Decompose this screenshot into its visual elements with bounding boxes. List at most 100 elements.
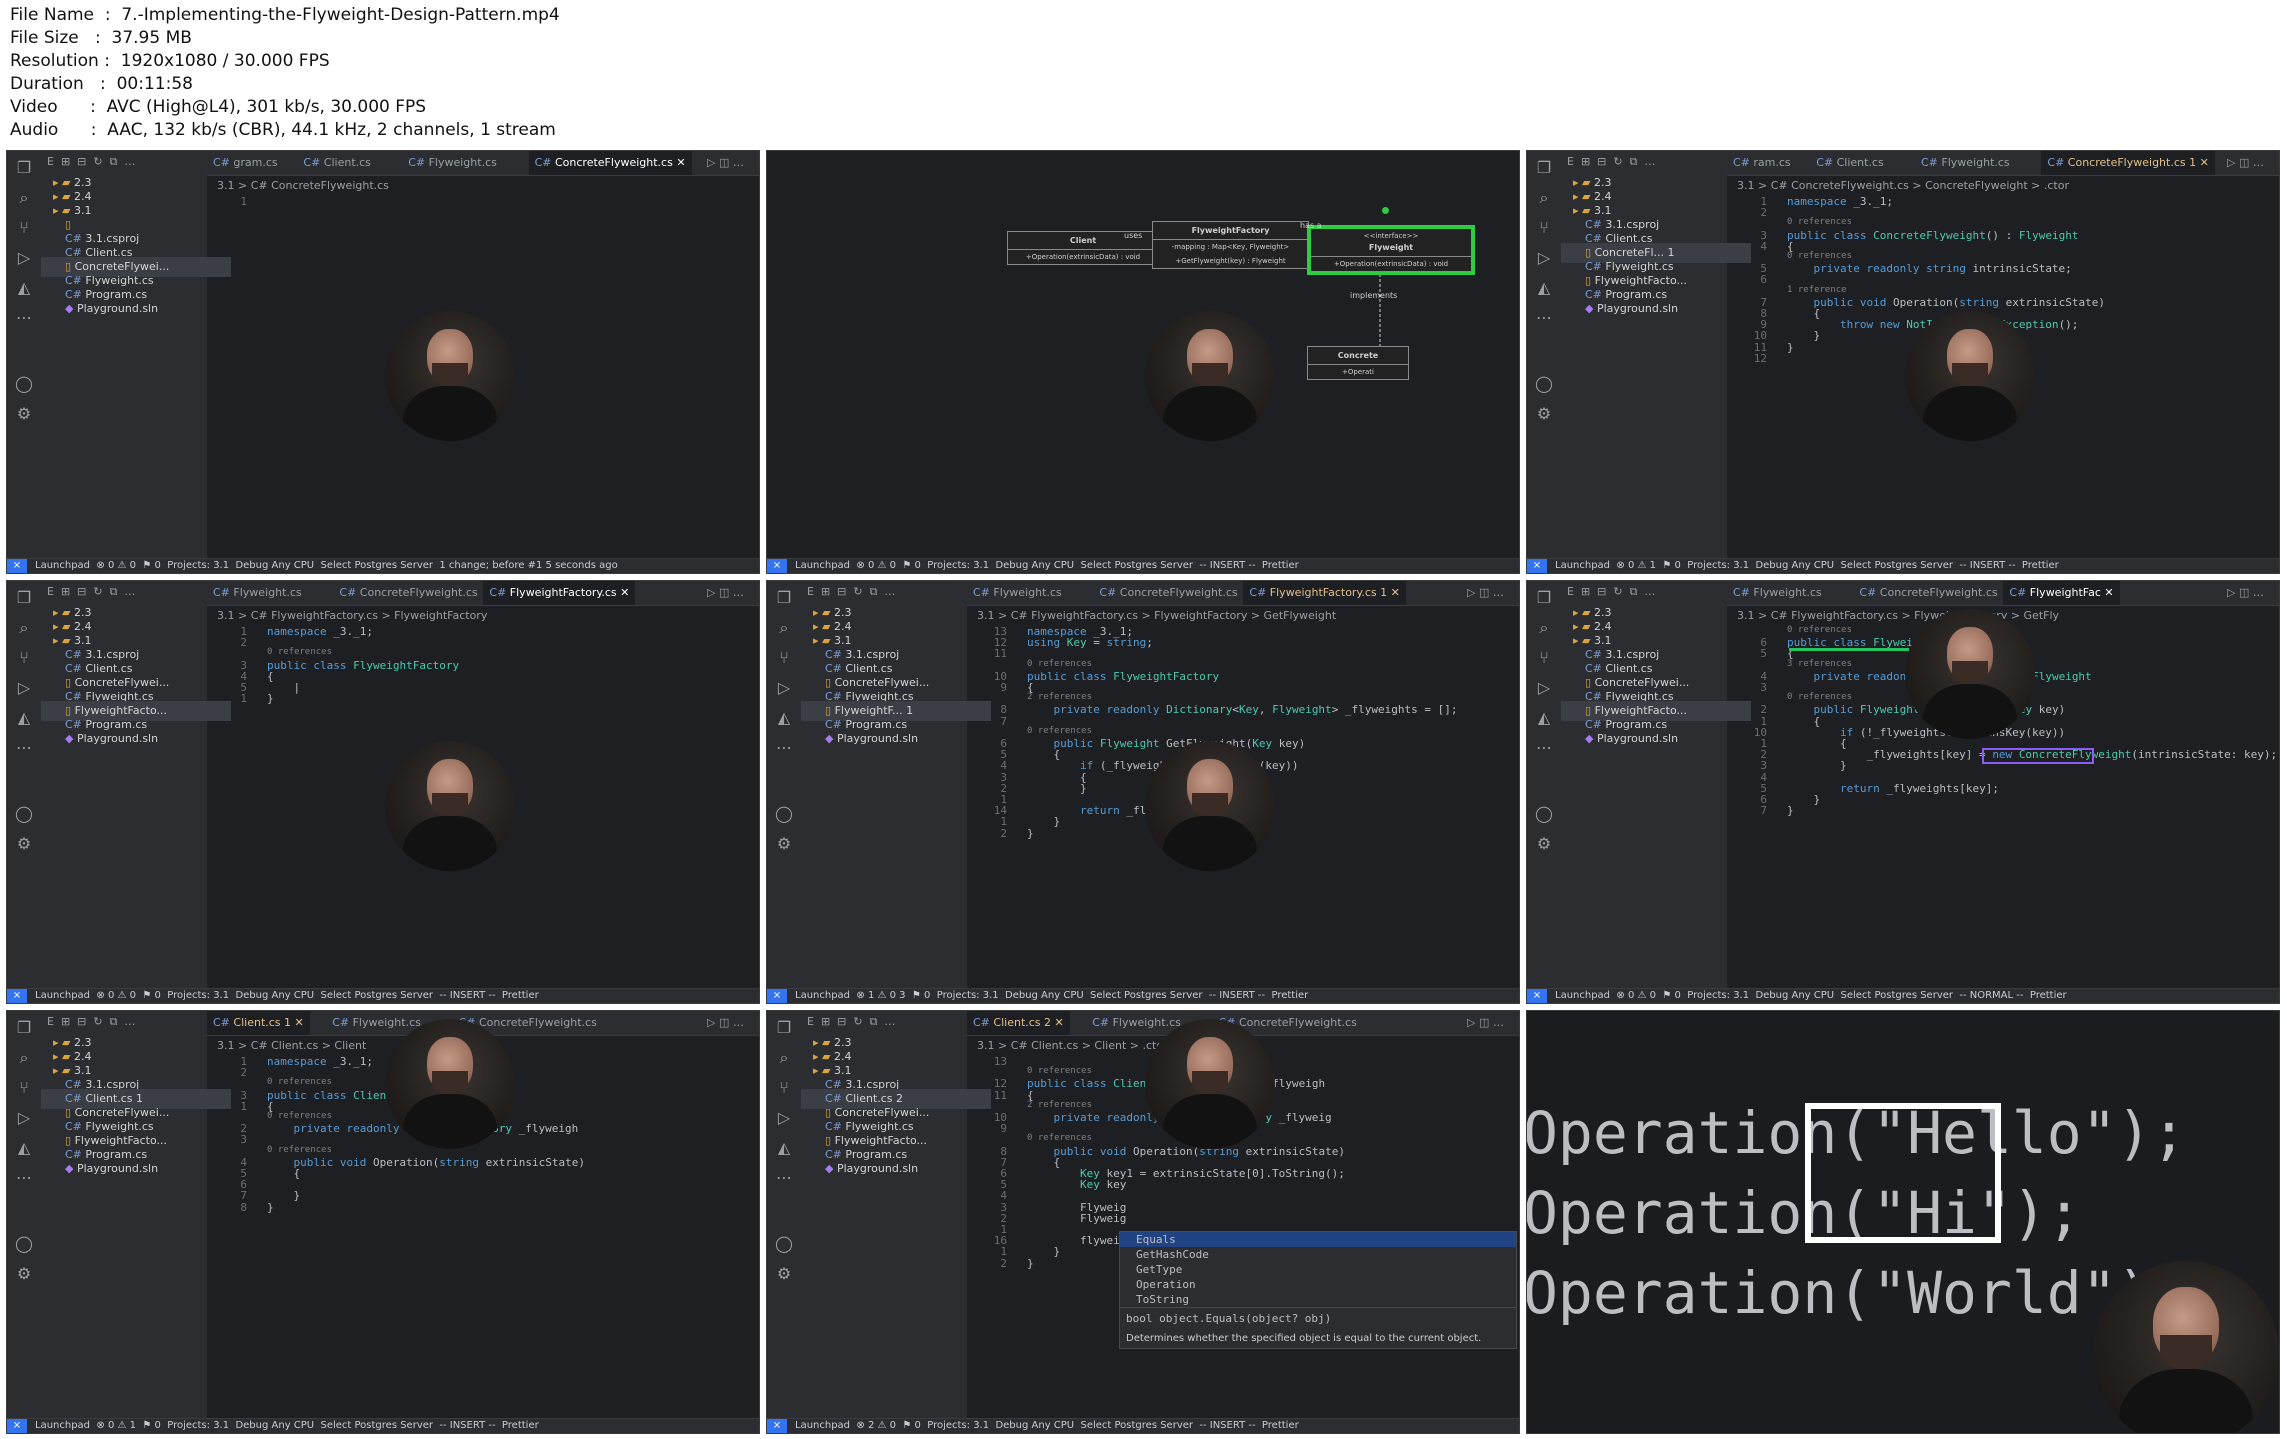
remote-indicator[interactable]: ⨯	[1527, 559, 1547, 573]
editor-tab[interactable]: C# Flyweight.cs	[207, 581, 308, 605]
settings-gear-icon[interactable]: ⚙	[1535, 405, 1553, 423]
explorer-icon[interactable]: ❐	[775, 589, 793, 607]
more-icon[interactable]: ⋯	[775, 1169, 793, 1187]
source-control-icon[interactable]: ⑂	[775, 1079, 793, 1097]
azure-icon[interactable]: ◭	[1535, 279, 1553, 297]
close-tab-icon[interactable]: ✕	[673, 156, 685, 169]
more-icon[interactable]: ⋯	[15, 1169, 33, 1187]
close-tab-icon[interactable]: ✕	[1387, 586, 1400, 599]
explorer-icon[interactable]: ❐	[15, 1019, 33, 1037]
azure-icon[interactable]: ◭	[775, 709, 793, 727]
explorer-toolbar[interactable]: E ⊞ ⊟ ↻ ⧉ …	[807, 1015, 895, 1029]
remote-indicator[interactable]: ⨯	[767, 1419, 787, 1433]
editor-tab[interactable]: C# ConcreteFlyweight.cs 1 ✕	[2041, 151, 2215, 175]
remote-indicator[interactable]: ⨯	[7, 1419, 27, 1433]
explorer-icon[interactable]: ❐	[775, 1019, 793, 1037]
file-tree-item[interactable]: ◆ Playground.sln	[801, 1159, 991, 1179]
explorer-icon[interactable]: ❐	[1535, 159, 1553, 177]
settings-gear-icon[interactable]: ⚙	[15, 835, 33, 853]
editor-tab[interactable]: C# FlyweightFactory.cs ✕	[483, 581, 636, 605]
source-control-icon[interactable]: ⑂	[1535, 649, 1553, 667]
search-icon[interactable]: ⌕	[775, 619, 793, 637]
more-icon[interactable]: ⋯	[1535, 309, 1553, 327]
run-debug-icon[interactable]: ▷	[15, 1109, 33, 1127]
search-icon[interactable]: ⌕	[15, 189, 33, 207]
editor-tab[interactable]: C# ConcreteFlyweight.cs	[1853, 581, 2003, 605]
settings-gear-icon[interactable]: ⚙	[15, 1265, 33, 1283]
explorer-toolbar[interactable]: E ⊞ ⊟ ↻ ⧉ …	[47, 1015, 135, 1029]
explorer-icon[interactable]: ❐	[15, 589, 33, 607]
close-tab-icon[interactable]: ✕	[2101, 586, 2113, 599]
account-icon[interactable]: ◯	[1535, 375, 1553, 393]
close-tab-icon[interactable]: ✕	[291, 1016, 304, 1029]
autocomplete-item[interactable]: Operation	[1120, 1277, 1516, 1292]
editor-tab[interactable]: C# Client.cs	[1810, 151, 1890, 175]
more-icon[interactable]: ⋯	[15, 309, 33, 327]
close-tab-icon[interactable]: ✕	[1051, 1016, 1064, 1029]
editor-tab[interactable]: C# Client.cs 2 ✕	[967, 1011, 1070, 1035]
search-icon[interactable]: ⌕	[1535, 189, 1553, 207]
source-control-icon[interactable]: ⑂	[15, 649, 33, 667]
editor-tab[interactable]: C# ConcreteFlyweight.cs	[333, 581, 483, 605]
run-debug-icon[interactable]: ▷	[15, 249, 33, 267]
settings-gear-icon[interactable]: ⚙	[1535, 835, 1553, 853]
explorer-toolbar[interactable]: E ⊞ ⊟ ↻ ⧉ …	[47, 585, 135, 599]
search-icon[interactable]: ⌕	[15, 619, 33, 637]
autocomplete-item[interactable]: Equals	[1120, 1232, 1516, 1247]
run-debug-icon[interactable]: ▷	[775, 1109, 793, 1127]
run-icon[interactable]: ▷ ◫ …	[2221, 151, 2270, 175]
search-icon[interactable]: ⌕	[1535, 619, 1553, 637]
remote-indicator[interactable]: ⨯	[7, 559, 27, 573]
editor-tab[interactable]: C# ram.cs	[1727, 151, 1797, 175]
editor-tab[interactable]: C# Flyweight.cs	[967, 581, 1068, 605]
editor-tab[interactable]: C# gram.cs	[207, 151, 284, 175]
file-tree-item[interactable]: ◆ Playground.sln	[41, 1159, 231, 1179]
explorer-icon[interactable]: ❐	[1535, 589, 1553, 607]
more-icon[interactable]: ⋯	[15, 739, 33, 757]
remote-indicator[interactable]: ⨯	[767, 559, 787, 573]
more-icon[interactable]: ⋯	[775, 739, 793, 757]
azure-icon[interactable]: ◭	[1535, 709, 1553, 727]
account-icon[interactable]: ◯	[15, 375, 33, 393]
editor-tab[interactable]: C# Flyweight.cs	[402, 151, 503, 175]
file-tree-item[interactable]: ◆ Playground.sln	[1561, 299, 1751, 319]
azure-icon[interactable]: ◭	[15, 709, 33, 727]
account-icon[interactable]: ◯	[775, 1235, 793, 1253]
azure-icon[interactable]: ◭	[775, 1139, 793, 1157]
run-icon[interactable]: ▷ ◫ …	[701, 1011, 750, 1035]
editor-tab[interactable]: C# ConcreteFlyweight.cs ✕	[528, 151, 692, 175]
editor-tab[interactable]: C# Flyweight.cs	[1915, 151, 2016, 175]
explorer-toolbar[interactable]: E ⊞ ⊟ ↻ ⧉ …	[1567, 585, 1655, 599]
file-tree-item[interactable]: ◆ Playground.sln	[41, 729, 231, 749]
run-icon[interactable]: ▷ ◫ …	[1461, 581, 1510, 605]
settings-gear-icon[interactable]: ⚙	[775, 835, 793, 853]
explorer-toolbar[interactable]: E ⊞ ⊟ ↻ ⧉ …	[1567, 155, 1655, 169]
run-icon[interactable]: ▷ ◫ …	[2221, 581, 2270, 605]
autocomplete-item[interactable]: GetType	[1120, 1262, 1516, 1277]
editor-tab[interactable]: C# Flyweight.cs	[1727, 581, 1828, 605]
search-icon[interactable]: ⌕	[775, 1049, 793, 1067]
autocomplete-item[interactable]: ToString	[1120, 1292, 1516, 1307]
source-control-icon[interactable]: ⑂	[15, 1079, 33, 1097]
run-debug-icon[interactable]: ▷	[775, 679, 793, 697]
autocomplete-item[interactable]: GetHashCode	[1120, 1247, 1516, 1262]
search-icon[interactable]: ⌕	[15, 1049, 33, 1067]
source-control-icon[interactable]: ⑂	[775, 649, 793, 667]
editor-tab[interactable]: C# Client.cs	[297, 151, 377, 175]
account-icon[interactable]: ◯	[15, 805, 33, 823]
run-icon[interactable]: ▷ ◫ …	[701, 151, 750, 175]
azure-icon[interactable]: ◭	[15, 279, 33, 297]
settings-gear-icon[interactable]: ⚙	[775, 1265, 793, 1283]
account-icon[interactable]: ◯	[775, 805, 793, 823]
close-tab-icon[interactable]: ✕	[617, 586, 629, 599]
run-icon[interactable]: ▷ ◫ …	[701, 581, 750, 605]
explorer-toolbar[interactable]: E ⊞ ⊟ ↻ ⧉ …	[47, 155, 135, 169]
editor-tab[interactable]: C# FlyweightFac ✕	[2003, 581, 2120, 605]
remote-indicator[interactable]: ⨯	[767, 989, 787, 1003]
autocomplete-popup[interactable]: Equals GetHashCode GetType Operation ToStrin…	[1119, 1231, 1517, 1349]
run-debug-icon[interactable]: ▷	[15, 679, 33, 697]
azure-icon[interactable]: ◭	[15, 1139, 33, 1157]
file-tree-item[interactable]: ◆ Playground.sln	[41, 299, 231, 319]
remote-indicator[interactable]: ⨯	[7, 989, 27, 1003]
explorer-toolbar[interactable]: E ⊞ ⊟ ↻ ⧉ …	[807, 585, 895, 599]
